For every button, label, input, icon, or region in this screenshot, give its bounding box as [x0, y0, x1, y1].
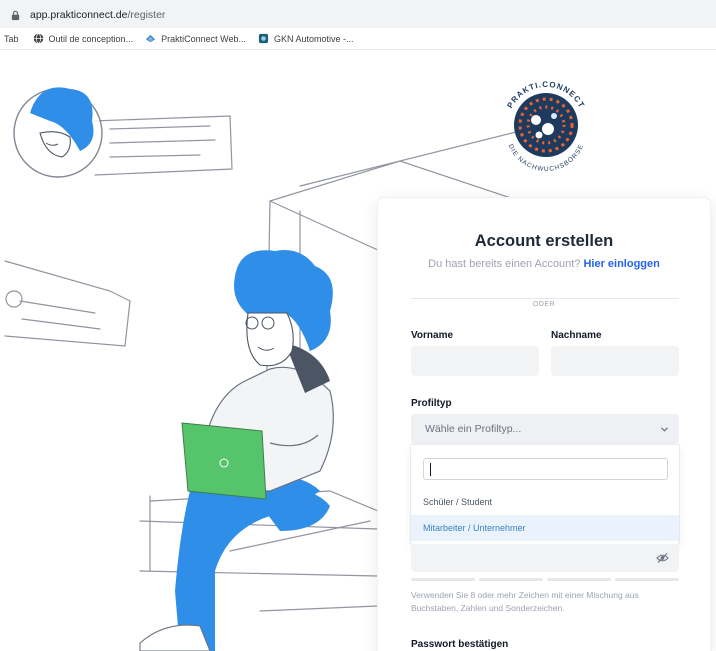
profiltyp-placeholder: Wähle ein Profiltyp...	[425, 423, 522, 435]
vorname-input[interactable]	[411, 346, 539, 376]
text-caret	[430, 463, 431, 476]
confirm-password-label: Passwort bestätigen	[411, 639, 509, 650]
divider-label: ODER	[378, 293, 710, 311]
bookmark-label: GKN Automotive -...	[273, 33, 354, 44]
login-link[interactable]: Hier einloggen	[583, 258, 659, 270]
globe-icon	[33, 33, 43, 44]
chevron-down-icon	[661, 427, 668, 432]
browser-url-bar: app.prakticonnect.de/register	[0, 0, 716, 28]
profiltyp-label: Profiltyp	[411, 398, 452, 409]
prakticonnect-logo: PRAKTI.CONNECT DIE NACHWUCHSBÖRSE	[505, 80, 585, 173]
bookmarks-bar: Tab Outil de conception... PraktiConnect…	[0, 28, 716, 50]
address-field[interactable]: app.prakticonnect.de/register	[6, 5, 710, 25]
bookmark-label: Outil de conception...	[48, 33, 134, 44]
nachname-label: Nachname	[551, 330, 602, 341]
dropdown-option-mitarbeiter[interactable]: Mitarbeiter / Unternehmer	[411, 515, 679, 541]
nachname-input[interactable]	[551, 346, 679, 376]
password-hint: Verwenden Sie 8 oder mehr Zeichen mit ei…	[411, 590, 639, 613]
vorname-label: Vorname	[411, 330, 454, 341]
profiltyp-dropdown: Schüler / Student Mitarbeiter / Unterneh…	[411, 445, 679, 545]
strength-segment	[547, 578, 611, 581]
bookmark-prakticonnect[interactable]: PraktiConnect Web...	[145, 33, 246, 44]
bookmark-label: Tab	[4, 33, 19, 44]
url-host: app.prakticonnect.de	[30, 9, 128, 21]
password-input[interactable]	[411, 544, 679, 572]
eye-off-icon[interactable]	[656, 552, 669, 564]
gkn-icon	[258, 33, 269, 44]
login-prompt-text: Du hast bereits einen Account?	[428, 258, 581, 270]
login-prompt: Du hast bereits einen Account? Hier einl…	[378, 258, 710, 270]
dropdown-search-input[interactable]	[423, 458, 668, 480]
lock-icon	[11, 10, 20, 20]
bookmark-tab[interactable]: Tab	[4, 34, 19, 44]
strength-segment	[411, 578, 475, 581]
card-title: Account erstellen	[474, 232, 614, 250]
url-path: /register	[127, 9, 166, 21]
bookmark-gkn[interactable]: GKN Automotive -...	[258, 33, 354, 44]
divider-text: ODER	[524, 301, 564, 308]
register-card: Account erstellen Du hast bereits einen …	[378, 198, 710, 651]
prakticonnect-icon	[145, 34, 156, 43]
bookmark-label: PraktiConnect Web...	[161, 33, 246, 44]
dropdown-option-student[interactable]: Schüler / Student	[411, 489, 679, 515]
strength-segment	[479, 578, 543, 581]
password-strength-meter	[411, 578, 679, 581]
profiltyp-select[interactable]: Wähle ein Profiltyp...	[411, 414, 679, 444]
strength-segment	[615, 578, 679, 581]
bookmark-outil[interactable]: Outil de conception...	[33, 33, 134, 44]
